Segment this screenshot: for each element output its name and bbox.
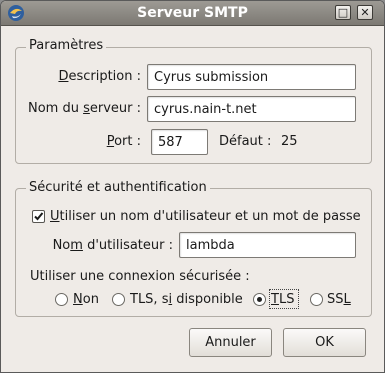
default-port-label: Défaut : <box>219 134 272 149</box>
radio-ssl-label[interactable]: SSL <box>327 292 351 307</box>
radio-tls-if-available[interactable] <box>112 293 125 306</box>
title-bar[interactable]: Serveur SMTP □ ✕ <box>1 1 384 26</box>
server-name-label: Nom du serveur : <box>27 101 141 116</box>
description-input[interactable] <box>148 65 355 89</box>
username-field[interactable] <box>179 232 356 258</box>
radio-ssl[interactable] <box>310 293 323 306</box>
use-auth-checkbox[interactable] <box>32 210 45 223</box>
radio-tls-if-available-label[interactable]: TLS, si disponible <box>130 292 243 307</box>
server-name-field[interactable] <box>147 96 356 122</box>
use-auth-label[interactable]: Utiliser un nom d'utilisateur et un mot … <box>50 209 361 224</box>
description-field[interactable] <box>147 64 356 90</box>
radio-tls-label[interactable]: TLS <box>271 292 294 307</box>
maximize-icon: □ <box>337 6 349 19</box>
checkmark-icon <box>34 212 44 221</box>
parameters-legend: Paramètres <box>26 38 107 53</box>
ok-button[interactable]: OK <box>283 328 366 357</box>
smtp-server-dialog: Serveur SMTP □ ✕ Paramètres Description … <box>0 0 385 373</box>
maximize-button[interactable]: □ <box>335 5 351 20</box>
port-label: Port : <box>106 134 141 149</box>
port-field[interactable] <box>151 129 208 155</box>
window-title: Serveur SMTP <box>137 5 248 21</box>
radio-tls[interactable] <box>253 293 266 306</box>
username-input[interactable] <box>180 233 355 257</box>
username-label: Nom d'utilisateur : <box>52 238 173 253</box>
close-icon: ✕ <box>360 6 370 19</box>
server-name-input[interactable] <box>148 97 355 121</box>
radio-none[interactable] <box>55 293 68 306</box>
port-input[interactable] <box>152 130 207 154</box>
security-legend: Sécurité et authentification <box>26 180 210 195</box>
cancel-button[interactable]: Annuler <box>189 328 272 357</box>
close-button[interactable]: ✕ <box>357 5 373 20</box>
default-port-value: 25 <box>281 134 298 149</box>
radio-none-label[interactable]: Non <box>73 292 99 307</box>
description-label: Description : <box>58 69 141 84</box>
secure-connection-label: Utiliser une connexion sécurisée : <box>30 269 250 284</box>
